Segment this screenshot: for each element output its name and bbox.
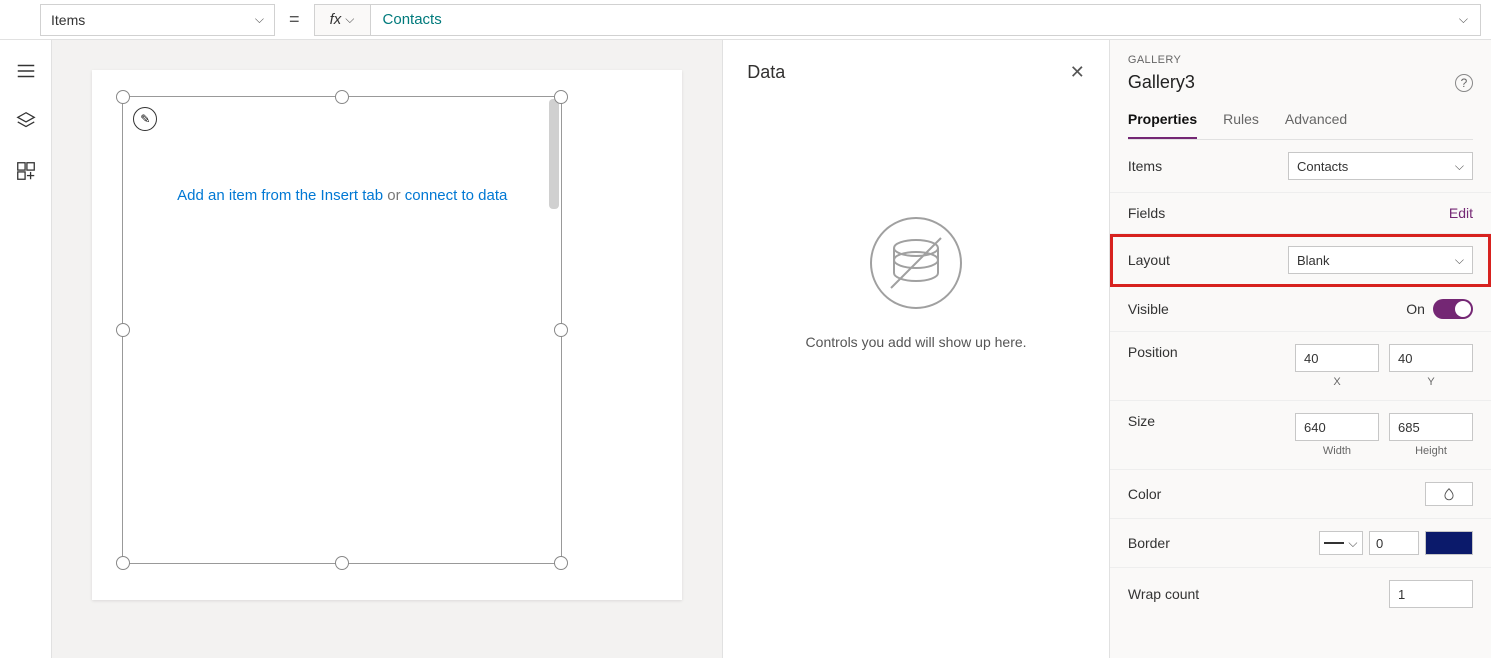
border-width-input[interactable]: 0: [1369, 531, 1419, 555]
prop-row-fields: Fields Edit: [1110, 193, 1491, 234]
chevron-down-icon: ⌵: [1459, 12, 1468, 27]
fields-label: Fields: [1128, 205, 1165, 221]
scrollbar[interactable]: [549, 99, 559, 209]
chevron-down-icon: ⌵: [345, 12, 354, 27]
gallery-hint: Add an item from the Insert tab or conne…: [123, 187, 561, 204]
chevron-down-icon: ⌵: [1455, 159, 1464, 174]
position-y-input[interactable]: 40: [1389, 344, 1473, 372]
paint-icon: [1442, 487, 1456, 501]
chevron-down-icon: ⌵: [1455, 253, 1464, 268]
items-label: Items: [1128, 158, 1162, 174]
layout-value: Blank: [1297, 253, 1330, 268]
resize-handle[interactable]: [116, 556, 130, 570]
items-value: Contacts: [1297, 159, 1348, 174]
help-icon[interactable]: ?: [1455, 74, 1473, 92]
formula-input[interactable]: Contacts ⌵: [370, 4, 1481, 36]
data-empty-text: Controls you add will show up here.: [747, 334, 1085, 350]
canvas-screen[interactable]: ✎ Add an item from the Insert tab or con…: [92, 70, 682, 600]
width-input[interactable]: 640: [1295, 413, 1379, 441]
data-panel: Data ✕ Controls you add will show up her…: [722, 40, 1109, 658]
equals-label: =: [289, 9, 300, 30]
formula-bar: Items ⌵ = fx ⌵ Contacts ⌵: [0, 0, 1491, 40]
property-selector-value: Items: [51, 12, 85, 28]
border-style-select[interactable]: ⌵: [1319, 531, 1363, 555]
panel-tabs: Properties Rules Advanced: [1128, 111, 1473, 140]
tab-properties[interactable]: Properties: [1128, 111, 1197, 139]
position-x-input[interactable]: 40: [1295, 344, 1379, 372]
color-picker[interactable]: [1425, 482, 1473, 506]
hamburger-icon[interactable]: [15, 60, 37, 82]
database-disabled-icon: [866, 213, 966, 313]
tab-advanced[interactable]: Advanced: [1285, 111, 1347, 139]
close-icon[interactable]: ✕: [1070, 62, 1085, 83]
fx-button[interactable]: fx ⌵: [314, 4, 370, 36]
canvas-area: ✎ Add an item from the Insert tab or con…: [52, 40, 722, 658]
resize-handle[interactable]: [116, 323, 130, 337]
size-label: Size: [1128, 413, 1155, 429]
visible-toggle[interactable]: [1433, 299, 1473, 319]
prop-row-visible: Visible On: [1110, 287, 1491, 332]
width-label: Width: [1295, 445, 1379, 457]
control-type-label: GALLERY: [1128, 54, 1473, 66]
fields-edit-link[interactable]: Edit: [1449, 205, 1473, 221]
color-label: Color: [1128, 486, 1161, 502]
wrap-count-input[interactable]: 1: [1389, 580, 1473, 608]
prop-row-size: Size 640 Width 685 Height: [1110, 401, 1491, 470]
height-label: Height: [1389, 445, 1473, 457]
layout-select[interactable]: Blank ⌵: [1288, 246, 1473, 274]
left-rail: [0, 40, 52, 658]
resize-handle[interactable]: [335, 90, 349, 104]
items-select[interactable]: Contacts ⌵: [1288, 152, 1473, 180]
prop-row-position: Position 40 X 40 Y: [1110, 332, 1491, 401]
resize-handle[interactable]: [554, 556, 568, 570]
chevron-down-icon: ⌵: [1348, 536, 1357, 551]
layout-label: Layout: [1128, 252, 1170, 268]
border-label: Border: [1128, 535, 1170, 551]
control-name[interactable]: Gallery3: [1128, 72, 1195, 93]
resize-handle[interactable]: [116, 90, 130, 104]
formula-value: Contacts: [383, 11, 442, 28]
property-selector[interactable]: Items ⌵: [40, 4, 275, 36]
prop-row-border: Border ⌵ 0: [1110, 519, 1491, 568]
resize-handle[interactable]: [554, 323, 568, 337]
border-color-picker[interactable]: [1425, 531, 1473, 555]
pencil-icon[interactable]: ✎: [133, 107, 157, 131]
prop-row-wrap: Wrap count 1: [1110, 568, 1491, 620]
connect-data-link[interactable]: connect to data: [405, 187, 508, 204]
hint-or: or: [387, 187, 400, 204]
resize-handle[interactable]: [554, 90, 568, 104]
wrap-label: Wrap count: [1128, 586, 1199, 602]
layers-icon[interactable]: [15, 110, 37, 132]
visible-state: On: [1406, 301, 1425, 317]
position-x-label: X: [1295, 376, 1379, 388]
prop-row-color: Color: [1110, 470, 1491, 519]
position-label: Position: [1128, 344, 1178, 360]
position-y-label: Y: [1389, 376, 1473, 388]
properties-panel: GALLERY Gallery3 ? Properties Rules Adva…: [1109, 40, 1491, 658]
apps-icon[interactable]: [15, 160, 37, 182]
insert-hint-link[interactable]: Add an item from the Insert tab: [177, 187, 383, 204]
main-area: ✎ Add an item from the Insert tab or con…: [0, 40, 1491, 658]
data-panel-title: Data: [747, 62, 785, 83]
prop-row-layout: Layout Blank ⌵: [1110, 234, 1491, 287]
resize-handle[interactable]: [335, 556, 349, 570]
data-empty-state: Controls you add will show up here.: [747, 213, 1085, 350]
visible-label: Visible: [1128, 301, 1169, 317]
fx-label: fx: [330, 11, 342, 28]
prop-row-items: Items Contacts ⌵: [1110, 140, 1491, 193]
height-input[interactable]: 685: [1389, 413, 1473, 441]
tab-rules[interactable]: Rules: [1223, 111, 1259, 139]
gallery-control[interactable]: ✎ Add an item from the Insert tab or con…: [122, 96, 562, 564]
chevron-down-icon: ⌵: [255, 12, 264, 27]
